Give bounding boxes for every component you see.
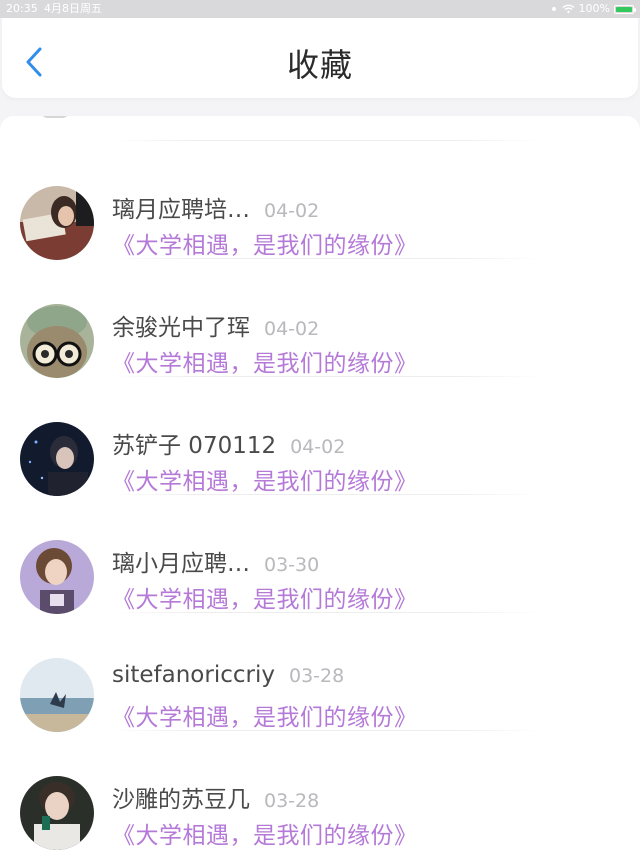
item-name-row: 璃月应聘培… 04-02 (112, 190, 319, 224)
divider (110, 730, 540, 731)
item-name: sitefanoriccriy (112, 662, 275, 688)
status-bar: 20:35 4月8日周五 100% (0, 0, 640, 18)
list-item[interactable]: sitefanoriccriy 03-28 《大学相遇，是我们的缘份》 (0, 612, 640, 732)
item-name-row: 余骏光中了珲 04-02 (112, 308, 319, 342)
avatar[interactable] (20, 422, 94, 496)
partial-avatar (40, 116, 70, 118)
item-title-link[interactable]: 《大学相遇，是我们的缘份》 (112, 816, 418, 850)
divider (110, 494, 540, 495)
item-title-link[interactable]: 《大学相遇，是我们的缘份》 (112, 344, 418, 378)
item-date: 04-02 (264, 318, 320, 340)
avatar[interactable] (20, 186, 94, 260)
page-title: 收藏 (286, 46, 353, 84)
item-title-link[interactable]: 《大学相遇，是我们的缘份》 (112, 580, 418, 614)
item-name: 璃月应聘培… (112, 197, 250, 223)
divider (110, 376, 540, 377)
item-title-link[interactable]: 《大学相遇，是我们的缘份》 (112, 226, 418, 260)
divider (110, 612, 540, 613)
avatar[interactable] (20, 658, 94, 732)
status-date: 4月8日周五 (44, 2, 102, 15)
item-name: 苏铲子 070112 (112, 433, 277, 459)
item-title-link[interactable]: 《大学相遇，是我们的缘份》 (112, 698, 418, 732)
item-title-link[interactable]: 《大学相遇，是我们的缘份》 (112, 462, 418, 496)
avatar[interactable] (20, 540, 94, 614)
nav-header: 收藏 (2, 18, 638, 98)
item-name: 璃小月应聘… (112, 551, 250, 577)
battery-fill (616, 6, 632, 12)
list-item[interactable]: 璃月应聘培… 04-02 《大学相遇，是我们的缘份》 (0, 140, 640, 260)
battery-percent: 100% (578, 2, 610, 15)
status-time: 20:35 (6, 2, 38, 15)
list-item[interactable]: 余骏光中了珲 04-02 《大学相遇，是我们的缘份》 (0, 258, 640, 378)
status-right: 100% (550, 0, 636, 18)
list-item[interactable]: 苏铲子 070112 04-02 《大学相遇，是我们的缘份》 (0, 376, 640, 496)
item-date: 03-28 (288, 665, 345, 687)
avatar[interactable] (20, 776, 94, 850)
item-name-row: 苏铲子 070112 04-02 (112, 426, 345, 460)
item-name-row: 璃小月应聘… 03-30 (112, 544, 319, 578)
divider (110, 140, 540, 141)
avatar[interactable] (20, 304, 94, 378)
item-name-row: 沙雕的苏豆几 03-28 (112, 780, 319, 814)
list-item[interactable]: 沙雕的苏豆几 03-28 《大学相遇，是我们的缘份》 (0, 730, 640, 850)
item-date: 03-28 (264, 790, 320, 812)
item-name: 余骏光中了珲 (112, 315, 250, 341)
battery-icon (614, 4, 636, 14)
item-name-row: sitefanoriccriy 03-28 (112, 662, 344, 688)
divider (110, 258, 540, 259)
list-item[interactable]: 璃小月应聘… 03-30 《大学相遇，是我们的缘份》 (0, 494, 640, 614)
favorites-list[interactable]: 璃月应聘培… 04-02 《大学相遇，是我们的缘份》 余骏光中了珲 04-02 《大… (0, 116, 640, 853)
signal-icon (551, 7, 556, 11)
wifi-icon (562, 4, 575, 14)
item-date: 04-02 (264, 200, 320, 222)
item-date: 03-30 (264, 554, 320, 576)
item-date: 04-02 (290, 436, 346, 458)
item-name: 沙雕的苏豆几 (112, 787, 250, 813)
